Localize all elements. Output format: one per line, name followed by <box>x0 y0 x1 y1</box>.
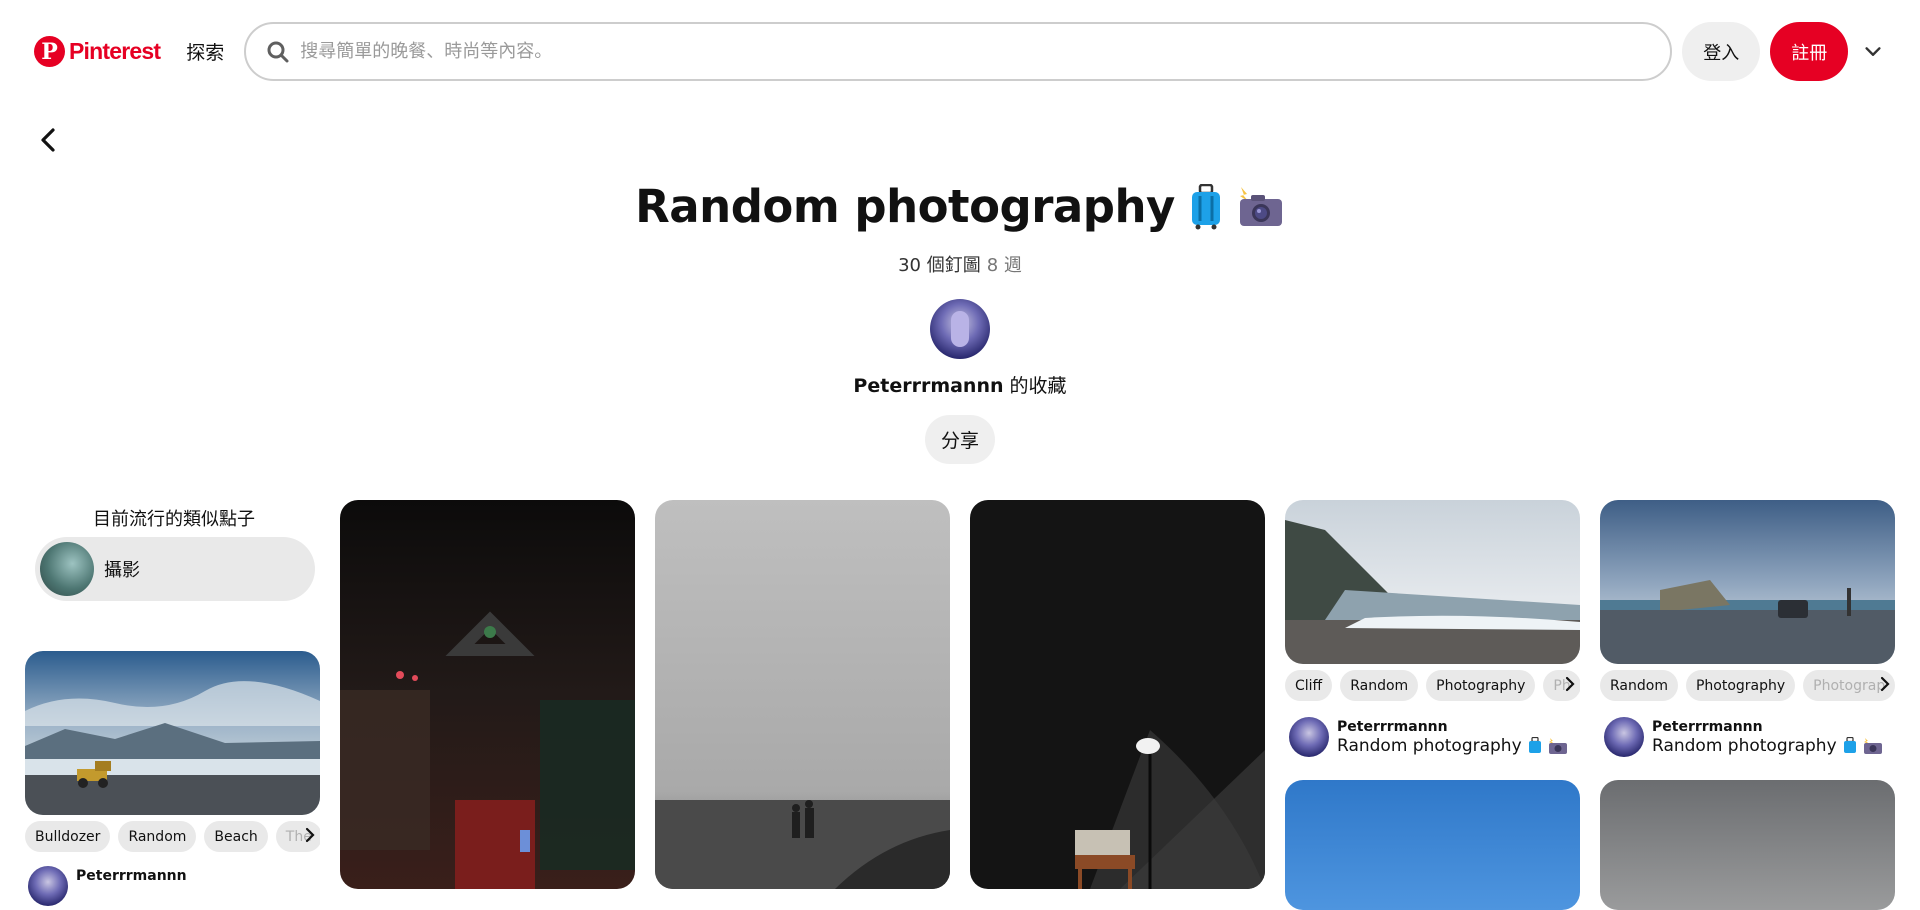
tag-chip[interactable]: Photography <box>1426 670 1536 701</box>
pin-photo <box>25 651 320 815</box>
pin-image-grey-sky[interactable] <box>1600 780 1895 910</box>
pin-count: 30 個釘圖 <box>898 255 981 276</box>
author-name[interactable]: Peterrrmannn <box>76 868 187 884</box>
pin-author: Peterrrmannn Random photography <box>1604 717 1894 757</box>
camera-flash-icon <box>1548 738 1567 754</box>
camera-flash-icon <box>1863 738 1882 754</box>
pinterest-logo-icon: P <box>34 36 65 67</box>
board-age: 8 週 <box>986 255 1022 276</box>
author-avatar[interactable] <box>1604 717 1644 757</box>
explore-link[interactable]: 探索 <box>186 38 224 65</box>
similar-ideas-title: 目前流行的類似點子 <box>93 509 255 530</box>
pin-board-link[interactable]: Random photography <box>1337 736 1568 756</box>
tag-chip[interactable]: Photography <box>1685 670 1796 701</box>
camera-flash-icon <box>1239 186 1282 226</box>
board-title-text: Random photography <box>635 180 1175 233</box>
brand-name: Pinterest <box>69 38 161 64</box>
board-header: Random photography 30 個釘圖 8 週 Peterrrman… <box>0 180 1920 464</box>
owner-line: Peterrrmannn 的收藏 <box>0 371 1920 398</box>
pinterest-logo[interactable]: P Pinterest <box>34 36 161 67</box>
pin-image-bus-interior[interactable] <box>340 500 635 889</box>
top-navigation-bar: P Pinterest 探索 登入 註冊 <box>0 0 1920 103</box>
tag-chip[interactable]: Random <box>1600 670 1678 701</box>
pin-photo <box>970 500 1265 889</box>
owner-avatar[interactable] <box>930 299 990 359</box>
search-icon <box>267 41 289 62</box>
chevron-right-icon[interactable] <box>1560 674 1580 694</box>
pin-image-cliff-beach[interactable] <box>1285 500 1580 664</box>
chevron-down-icon[interactable] <box>1862 41 1884 63</box>
luggage-icon <box>1528 737 1541 753</box>
pin-photo <box>1600 500 1895 664</box>
author-avatar[interactable] <box>1289 717 1329 757</box>
pin-author: Peterrrmannn Random photography <box>1289 717 1579 757</box>
owner-name[interactable]: Peterrrmannn <box>853 375 1003 397</box>
owner-suffix: 的收藏 <box>1003 375 1067 397</box>
tag-chip[interactable]: Cliff <box>1285 670 1333 701</box>
tag-chip[interactable]: Beach <box>204 821 268 852</box>
pin-tags: Random Photography Photograp <box>1600 670 1895 701</box>
pin-image-foggy-coast[interactable] <box>655 500 950 889</box>
pin-photo <box>340 500 635 889</box>
board-title: Random photography <box>635 180 1285 233</box>
signup-button[interactable]: 註冊 <box>1770 22 1849 81</box>
pin-board-name: Random photography <box>1337 736 1522 756</box>
back-button[interactable] <box>28 120 68 160</box>
luggage-icon <box>1843 737 1856 753</box>
idea-chip-photography[interactable]: 攝影 <box>35 537 315 601</box>
pin-tags: Bulldozer Random Beach The <box>25 821 320 852</box>
tag-chip[interactable]: Random <box>1340 670 1419 701</box>
pin-image-seaside-parking[interactable] <box>1600 500 1895 664</box>
pin-photo <box>1600 780 1895 910</box>
idea-thumbnail <box>40 542 94 596</box>
chevron-left-icon <box>41 128 55 152</box>
pin-board-link[interactable]: Random photography <box>1652 736 1883 756</box>
pin-image-lamp-chair[interactable] <box>970 500 1265 889</box>
login-button[interactable]: 登入 <box>1682 22 1761 81</box>
search-bar[interactable] <box>244 22 1673 81</box>
idea-chip-label: 攝影 <box>104 560 140 581</box>
chevron-right-icon[interactable] <box>1875 674 1895 694</box>
share-button[interactable]: 分享 <box>924 415 995 464</box>
chevron-right-icon[interactable] <box>300 825 320 845</box>
pin-image-blue-sky[interactable] <box>1285 780 1580 910</box>
author-name[interactable]: Peterrrmannn <box>1337 719 1568 735</box>
pin-photo <box>655 500 950 889</box>
luggage-icon <box>1191 183 1220 229</box>
pin-board-name: Random photography <box>1652 736 1837 756</box>
tag-chip[interactable]: Bulldozer <box>25 821 111 852</box>
tag-chip[interactable]: Random <box>118 821 197 852</box>
pin-tags: Cliff Random Photography Ph <box>1285 670 1580 701</box>
board-stats: 30 個釘圖 8 週 <box>0 251 1920 277</box>
author-name[interactable]: Peterrrmannn <box>1652 719 1883 735</box>
pin-image-bulldozer-beach[interactable] <box>25 651 320 815</box>
pin-author: Peterrrmannn <box>28 866 318 906</box>
pin-photo <box>1285 780 1580 910</box>
search-input[interactable] <box>300 41 1601 62</box>
pin-photo <box>1285 500 1580 664</box>
author-avatar[interactable] <box>28 866 68 906</box>
